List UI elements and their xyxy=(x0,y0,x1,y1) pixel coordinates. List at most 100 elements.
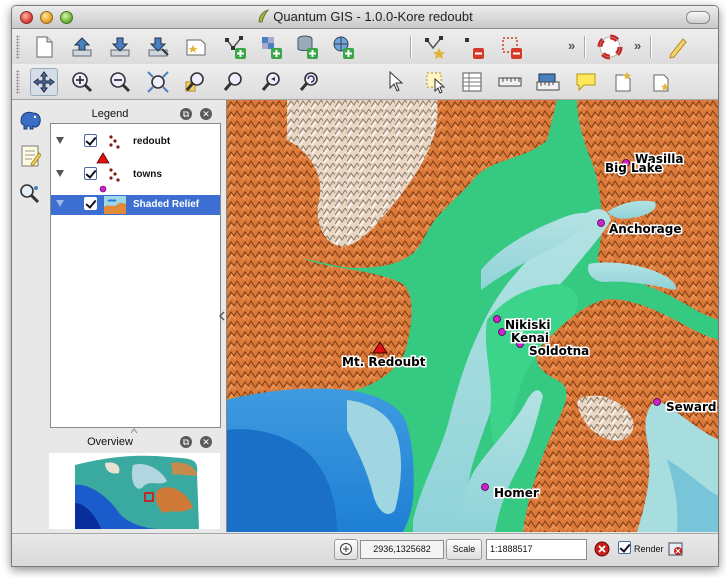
town-marker[interactable] xyxy=(597,219,605,227)
layer-visibility-checkbox[interactable] xyxy=(84,134,97,147)
save-project-icon[interactable] xyxy=(106,33,134,61)
save-as-icon[interactable] xyxy=(144,33,172,61)
place-label: Nikiski xyxy=(505,318,551,332)
notepad-icon[interactable] xyxy=(16,142,44,170)
point-layer-symbol-icon xyxy=(109,135,120,149)
place-label: Big Lake xyxy=(605,161,663,175)
expand-arrow-icon[interactable] xyxy=(56,200,64,207)
place-label: Mt. Redoubt xyxy=(342,355,426,369)
render-label: Render xyxy=(634,544,664,554)
place-label: Anchorage xyxy=(609,222,681,236)
town-marker[interactable] xyxy=(653,398,661,406)
zoom-full-icon[interactable] xyxy=(144,68,172,96)
close-panel-icon[interactable]: ✕ xyxy=(200,108,212,120)
town-symbol-icon xyxy=(99,185,107,193)
new-print-composer-icon[interactable] xyxy=(182,33,210,61)
add-raster-layer-icon[interactable] xyxy=(258,33,286,61)
float-panel-icon[interactable]: ⧉ xyxy=(180,108,192,120)
main-window: Quantum GIS - 1.0.0-Kore redoubt » » Leg… xyxy=(11,5,719,567)
refresh-icon[interactable] xyxy=(296,68,324,96)
edit-pencil-icon[interactable] xyxy=(664,33,692,61)
toolbar-overflow-chevron[interactable]: » xyxy=(634,38,641,53)
overview-panel: Overview ⧉ ✕ xyxy=(48,433,222,532)
new-bookmark-icon[interactable] xyxy=(610,68,638,96)
overview-map[interactable] xyxy=(49,453,220,529)
sidebar-collapse-handle[interactable] xyxy=(219,308,225,326)
attribute-table-icon[interactable] xyxy=(458,68,486,96)
float-panel-icon[interactable]: ⧉ xyxy=(180,436,192,448)
stop-rendering-icon[interactable] xyxy=(594,541,610,557)
identify-icon[interactable] xyxy=(384,68,412,96)
add-vector-layer-icon[interactable] xyxy=(222,33,250,61)
legend-panel: Legend ⧉ ✕ redoubt towns Shaded Relief xyxy=(48,105,222,428)
place-label: Kenai xyxy=(511,331,549,345)
expand-arrow-icon[interactable] xyxy=(56,137,64,144)
raster-layer-thumbnail-icon xyxy=(104,196,126,214)
scale-label: Scale xyxy=(446,539,482,560)
legend-layer-shaded-relief[interactable]: Shaded Relief xyxy=(51,195,220,215)
toggle-coordinate-capture-button[interactable] xyxy=(334,539,358,560)
show-bookmarks-icon[interactable] xyxy=(648,68,676,96)
measure-area-icon[interactable] xyxy=(534,68,562,96)
town-marker[interactable] xyxy=(481,483,489,491)
legend-layer-redoubt[interactable]: redoubt xyxy=(51,132,220,152)
point-layer-symbol-icon xyxy=(109,168,120,182)
status-bar: 2936,1325682 Scale 1:1888517 Render xyxy=(12,533,718,566)
town-marker[interactable] xyxy=(493,315,501,323)
layer-name: Shaded Relief xyxy=(133,199,200,210)
projection-icon[interactable] xyxy=(668,541,684,557)
volcano-symbol-icon xyxy=(96,152,110,164)
window-title: Quantum GIS - 1.0.0-Kore redoubt xyxy=(273,9,473,24)
plugin-elephant-icon[interactable] xyxy=(16,106,44,134)
zoom-to-layer-icon[interactable] xyxy=(220,68,248,96)
plugin-sidebar xyxy=(12,100,47,532)
legend-tree: redoubt towns Shaded Relief xyxy=(50,123,221,428)
coordinates-display: 2936,1325682 xyxy=(360,540,444,559)
search-magnifier-icon[interactable] xyxy=(16,180,44,208)
map-navigation-toolbar xyxy=(12,64,718,100)
layer-name: redoubt xyxy=(133,136,171,147)
legend-layer-towns[interactable]: towns xyxy=(51,165,220,185)
file-toolbar: » » xyxy=(12,29,718,64)
toolbar-separator xyxy=(410,36,412,58)
expand-arrow-icon[interactable] xyxy=(56,170,64,177)
cut-features-icon[interactable] xyxy=(498,33,526,61)
select-features-icon[interactable] xyxy=(422,68,450,96)
collapse-arrow-icon xyxy=(219,311,225,321)
toolbar-overflow-chevron[interactable]: » xyxy=(568,38,575,53)
zoom-in-icon[interactable] xyxy=(68,68,96,96)
add-wms-layer-icon[interactable] xyxy=(330,33,358,61)
place-label: Homer xyxy=(494,486,539,500)
toolbar-toggle-button[interactable] xyxy=(686,11,710,24)
toolbar-separator xyxy=(584,36,586,58)
toolbar-separator xyxy=(650,36,652,58)
render-checkbox[interactable] xyxy=(618,541,631,554)
layer-visibility-checkbox[interactable] xyxy=(84,197,97,210)
overview-map-graphic xyxy=(49,453,220,529)
layer-visibility-checkbox[interactable] xyxy=(84,167,97,180)
toolbar-grip[interactable] xyxy=(16,35,20,59)
measure-line-icon[interactable] xyxy=(496,68,524,96)
zoom-last-icon[interactable] xyxy=(258,68,286,96)
capture-point-icon[interactable] xyxy=(422,33,450,61)
close-panel-icon[interactable]: ✕ xyxy=(200,436,212,448)
delete-feature-icon[interactable] xyxy=(460,33,488,61)
shaded-relief-map: Wasilla Big Lake Anchorage Nikiski Kenai… xyxy=(227,100,718,532)
zoom-out-icon[interactable] xyxy=(106,68,134,96)
mouse-pointer-icon xyxy=(340,543,352,555)
open-project-icon[interactable] xyxy=(68,33,96,61)
place-label: Seward xyxy=(666,400,716,414)
pan-icon[interactable] xyxy=(30,68,58,96)
toolbar-grip[interactable] xyxy=(16,70,20,94)
title-area: Quantum GIS - 1.0.0-Kore redoubt xyxy=(12,9,718,24)
overview-header: Overview ⧉ ✕ xyxy=(48,433,222,451)
qgis-logo-icon xyxy=(258,9,270,23)
map-canvas[interactable]: Wasilla Big Lake Anchorage Nikiski Kenai… xyxy=(226,100,718,532)
map-tips-icon[interactable] xyxy=(572,68,600,96)
help-icon[interactable] xyxy=(596,33,624,61)
scale-input[interactable]: 1:1888517 xyxy=(486,539,587,560)
new-project-icon[interactable] xyxy=(30,33,58,61)
overview-title: Overview xyxy=(87,436,133,448)
add-postgis-layer-icon[interactable] xyxy=(294,33,322,61)
zoom-to-selection-icon[interactable] xyxy=(182,68,210,96)
